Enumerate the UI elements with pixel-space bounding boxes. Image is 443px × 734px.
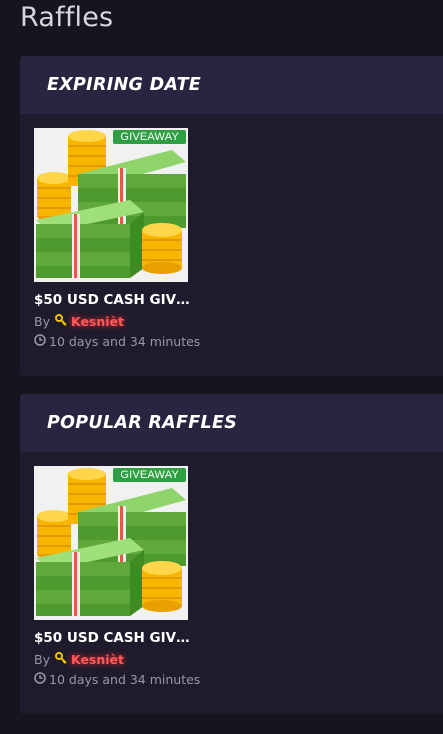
expiring-date-panel: EXPIRING DATE GIVEAWAY $50 USD CASH GIVE… <box>20 56 443 376</box>
raffle-title[interactable]: $50 USD CASH GIVE... <box>34 292 194 308</box>
page-title: Raffles <box>20 2 114 33</box>
time-remaining: 10 days and 34 minutes <box>49 672 201 687</box>
raffle-card[interactable]: GIVEAWAY $50 USD CASH GIVE... By Kesnièt… <box>34 466 204 687</box>
section-heading: EXPIRING DATE <box>47 75 202 95</box>
popular-raffles-panel: POPULAR RAFFLES GIVEAWAY $50 USD CASH GI… <box>20 394 443 714</box>
raffle-title[interactable]: $50 USD CASH GIVE... <box>34 630 194 646</box>
panel-header: EXPIRING DATE <box>20 56 443 114</box>
clock-icon <box>34 672 46 687</box>
author-link[interactable]: Kesnièt <box>71 652 124 667</box>
raffle-card[interactable]: GIVEAWAY $50 USD CASH GIVE... By Kesnièt… <box>34 128 204 349</box>
raffle-thumbnail[interactable]: GIVEAWAY <box>34 466 188 620</box>
cash-money-image <box>34 128 188 282</box>
giveaway-badge: GIVEAWAY <box>113 468 186 482</box>
raffle-thumbnail[interactable]: GIVEAWAY <box>34 128 188 282</box>
raffle-time-left: 10 days and 34 minutes <box>34 334 204 349</box>
section-heading: POPULAR RAFFLES <box>47 413 238 433</box>
raffle-time-left: 10 days and 34 minutes <box>34 672 204 687</box>
raffle-author-line: By Kesnièt <box>34 652 204 667</box>
author-link[interactable]: Kesnièt <box>71 314 124 329</box>
by-label: By <box>34 652 50 667</box>
raffle-author-line: By Kesnièt <box>34 314 204 329</box>
key-icon <box>54 652 67 667</box>
key-icon <box>54 314 67 329</box>
by-label: By <box>34 314 50 329</box>
cash-money-image <box>34 466 188 620</box>
panel-header: POPULAR RAFFLES <box>20 394 443 452</box>
giveaway-badge: GIVEAWAY <box>113 130 186 144</box>
clock-icon <box>34 334 46 349</box>
time-remaining: 10 days and 34 minutes <box>49 334 201 349</box>
